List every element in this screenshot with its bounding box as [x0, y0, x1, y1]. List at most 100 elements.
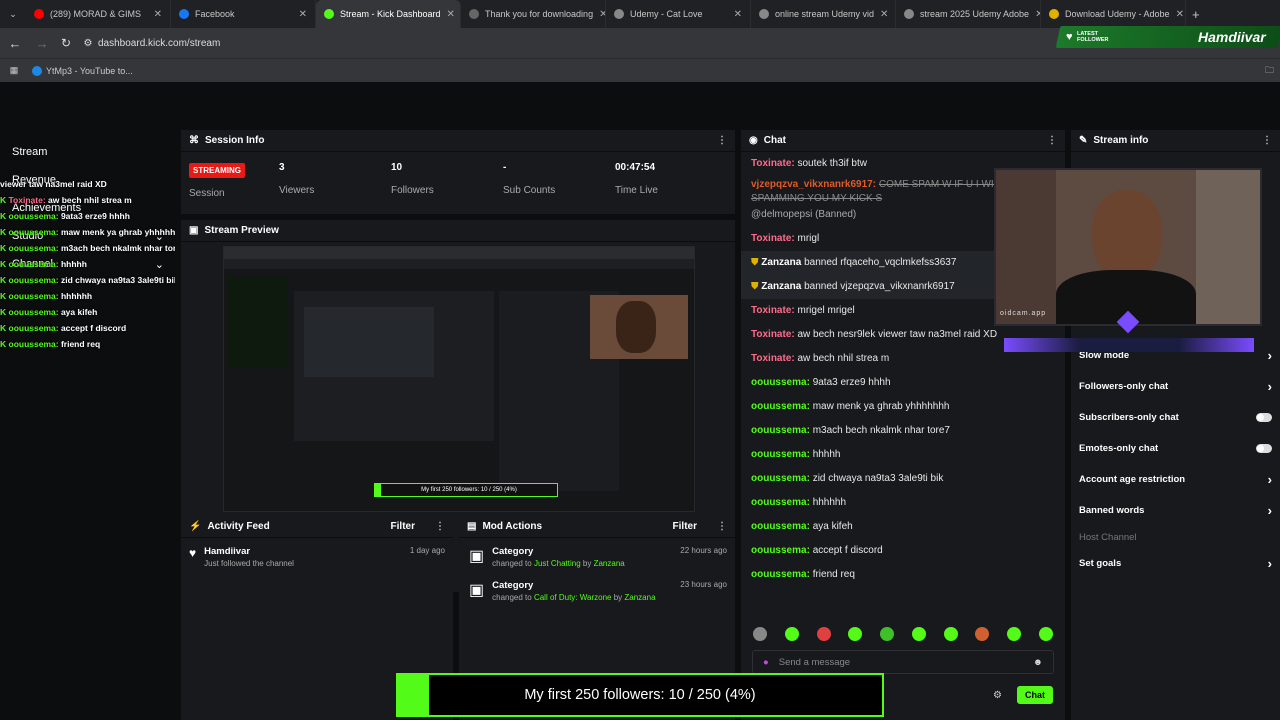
- browser-tab[interactable]: Udemy - Cat Love ✕: [606, 0, 751, 28]
- overlay-text: hhhhhh: [60, 291, 93, 301]
- chat-menu-icon[interactable]: ⋮: [1047, 135, 1057, 146]
- overlay-badge-icon: K: [0, 259, 9, 269]
- setting-emotes-only-chat[interactable]: Emotes-only chat: [1071, 433, 1280, 464]
- emote-icon[interactable]: [1007, 627, 1022, 641]
- overlay-user: oouussema:: [8, 227, 59, 237]
- forward-icon[interactable]: →: [30, 36, 54, 51]
- tab-close-icon[interactable]: ✕: [1176, 9, 1184, 20]
- chat-username[interactable]: oouussema:: [751, 425, 810, 436]
- mod-title: Mod Actions: [482, 521, 543, 532]
- session-menu-icon[interactable]: ⋮: [717, 135, 727, 146]
- chat-username[interactable]: oouussema:: [751, 401, 810, 412]
- mic-icon[interactable]: ●: [763, 657, 769, 668]
- chat-username[interactable]: Zanzana: [761, 257, 801, 268]
- new-tab-button[interactable]: +: [1192, 7, 1200, 22]
- tab-close-icon[interactable]: ✕: [880, 9, 888, 20]
- chat-icon: ◉: [749, 135, 758, 146]
- mod-user[interactable]: Zanzana: [594, 559, 625, 568]
- overlay-chat-line: K oouussema: hhhhhh: [0, 288, 175, 304]
- setting-banned-words[interactable]: Banned words ›: [1071, 495, 1280, 526]
- chat-username[interactable]: oouussema:: [751, 545, 810, 556]
- tab-favicon: [904, 9, 914, 19]
- chat-username[interactable]: oouussema:: [751, 497, 810, 508]
- toggle-switch[interactable]: [1256, 444, 1272, 453]
- emote-icon[interactable]: [880, 627, 895, 641]
- back-icon[interactable]: ←: [0, 36, 30, 51]
- emote-icon[interactable]: [848, 627, 863, 641]
- browser-tab[interactable]: stream 2025 Udemy Adobe✕: [896, 0, 1041, 28]
- chat-username[interactable]: Zanzana: [761, 281, 801, 292]
- chevron-right-icon: ›: [1267, 472, 1272, 487]
- emote-icon[interactable]: [753, 627, 767, 641]
- chat-username[interactable]: oouussema:: [751, 569, 810, 580]
- browser-tab[interactable]: Stream - Kick Dashboard ✕: [316, 0, 461, 28]
- mod-filter-button[interactable]: Filter: [673, 521, 697, 532]
- chat-send-button[interactable]: Chat: [1017, 686, 1053, 704]
- chat-username[interactable]: oouussema:: [751, 377, 810, 388]
- setting-label: Set goals: [1079, 558, 1122, 569]
- browser-tab[interactable]: Thank you for downloading ✕: [461, 0, 606, 28]
- overlay-text: aw bech nhil strea m: [48, 195, 132, 205]
- browser-tab[interactable]: Facebook ✕: [171, 0, 316, 28]
- browser-tab[interactable]: Download Udemy - Adobe ✕: [1041, 0, 1186, 28]
- overlay-text: viewer taw na3mel raid XD: [0, 179, 107, 189]
- activity-menu-icon[interactable]: ⋮: [435, 521, 445, 532]
- tab-close-icon[interactable]: ✕: [447, 9, 455, 20]
- setting-followers-only-chat[interactable]: Followers-only chat ›: [1071, 371, 1280, 402]
- latest-follower-name: Hamdiivar: [1198, 29, 1266, 45]
- mod-user[interactable]: Zanzana: [624, 593, 655, 602]
- tab-search-icon[interactable]: ⌄: [0, 9, 26, 20]
- emote-icon[interactable]: [975, 627, 990, 641]
- chat-username[interactable]: Toxinate:: [751, 305, 795, 316]
- chat-username[interactable]: oouussema:: [751, 449, 810, 460]
- browser-tab[interactable]: online stream Udemy vid ✕: [751, 0, 896, 28]
- stream-info-menu-icon[interactable]: ⋮: [1262, 135, 1272, 146]
- chat-input[interactable]: ● Send a message ☻: [752, 650, 1054, 674]
- chat-username[interactable]: Toxinate:: [751, 233, 795, 244]
- emote-icon[interactable]: [1038, 627, 1053, 641]
- emote-icon[interactable]: [816, 627, 831, 641]
- bookmark-ytmp3[interactable]: YtMp3 - YouTube to...: [32, 65, 133, 76]
- chat-username[interactable]: Toxinate:: [751, 353, 795, 364]
- setting-host-channel[interactable]: Host Channel: [1071, 526, 1280, 548]
- emoji-icon[interactable]: ☻: [1033, 657, 1043, 668]
- chat-settings-icon[interactable]: ⚙: [993, 690, 1002, 701]
- setting-set-goals[interactable]: Set goals ›: [1071, 548, 1280, 579]
- chat-username[interactable]: Toxinate:: [751, 329, 795, 340]
- toggle-switch[interactable]: [1256, 413, 1272, 422]
- tab-label: Thank you for downloading: [485, 9, 594, 19]
- tab-close-icon[interactable]: ✕: [734, 9, 742, 20]
- emote-icon[interactable]: [784, 627, 799, 641]
- browser-tab[interactable]: (289) MORAD & GIMS ✕: [26, 0, 171, 28]
- emote-icon[interactable]: [911, 627, 926, 641]
- setting-subscribers-only-chat[interactable]: Subscribers-only chat: [1071, 402, 1280, 433]
- chat-username[interactable]: oouussema:: [751, 473, 810, 484]
- tab-favicon: [759, 9, 769, 19]
- emote-icon[interactable]: [943, 627, 958, 641]
- tab-close-icon[interactable]: ✕: [154, 9, 162, 20]
- bookmarks-folder-icon[interactable]: 🗀: [1265, 63, 1274, 79]
- url-field[interactable]: dashboard.kick.com/stream: [98, 38, 220, 49]
- chat-username[interactable]: Toxinate:: [751, 158, 795, 169]
- stream-preview-video[interactable]: My first 250 followers: 10 / 250 (4%): [223, 246, 695, 512]
- tab-close-icon[interactable]: ✕: [599, 9, 605, 20]
- site-info-icon[interactable]: ⚙: [78, 38, 98, 49]
- chat-username[interactable]: oouussema:: [751, 521, 810, 532]
- mod-menu-icon[interactable]: ⋮: [717, 521, 727, 532]
- chat-text: @delmopepsi (Banned): [751, 209, 857, 220]
- sidebar-item-stream[interactable]: Stream: [0, 138, 176, 166]
- overlay-user: oouussema:: [8, 291, 59, 301]
- tab-close-icon[interactable]: ✕: [299, 9, 307, 20]
- mod-value[interactable]: Just Chatting: [534, 559, 581, 568]
- reload-icon[interactable]: ↻: [54, 36, 78, 50]
- kick-dashboard-page: Stream Revenue Achievements Studio ⌄ Channel ⌄…: [0, 82, 1280, 720]
- apps-icon[interactable]: ▦: [0, 65, 28, 76]
- mod-value[interactable]: Call of Duty: Warzone: [534, 593, 612, 602]
- chat-message: oouussema: accept f discord: [751, 539, 1055, 563]
- setting-account-age-restriction[interactable]: Account age restriction ›: [1071, 464, 1280, 495]
- chat-message: oouussema: zid chwaya na9ta3 3ale9ti bik: [751, 467, 1055, 491]
- chat-username[interactable]: vjzepqzva_vikxnanrk6917:: [751, 179, 876, 190]
- activity-filter-button[interactable]: Filter: [391, 521, 415, 532]
- mod-prefix: changed to: [492, 559, 532, 568]
- chat-text: hhhhh: [812, 449, 841, 460]
